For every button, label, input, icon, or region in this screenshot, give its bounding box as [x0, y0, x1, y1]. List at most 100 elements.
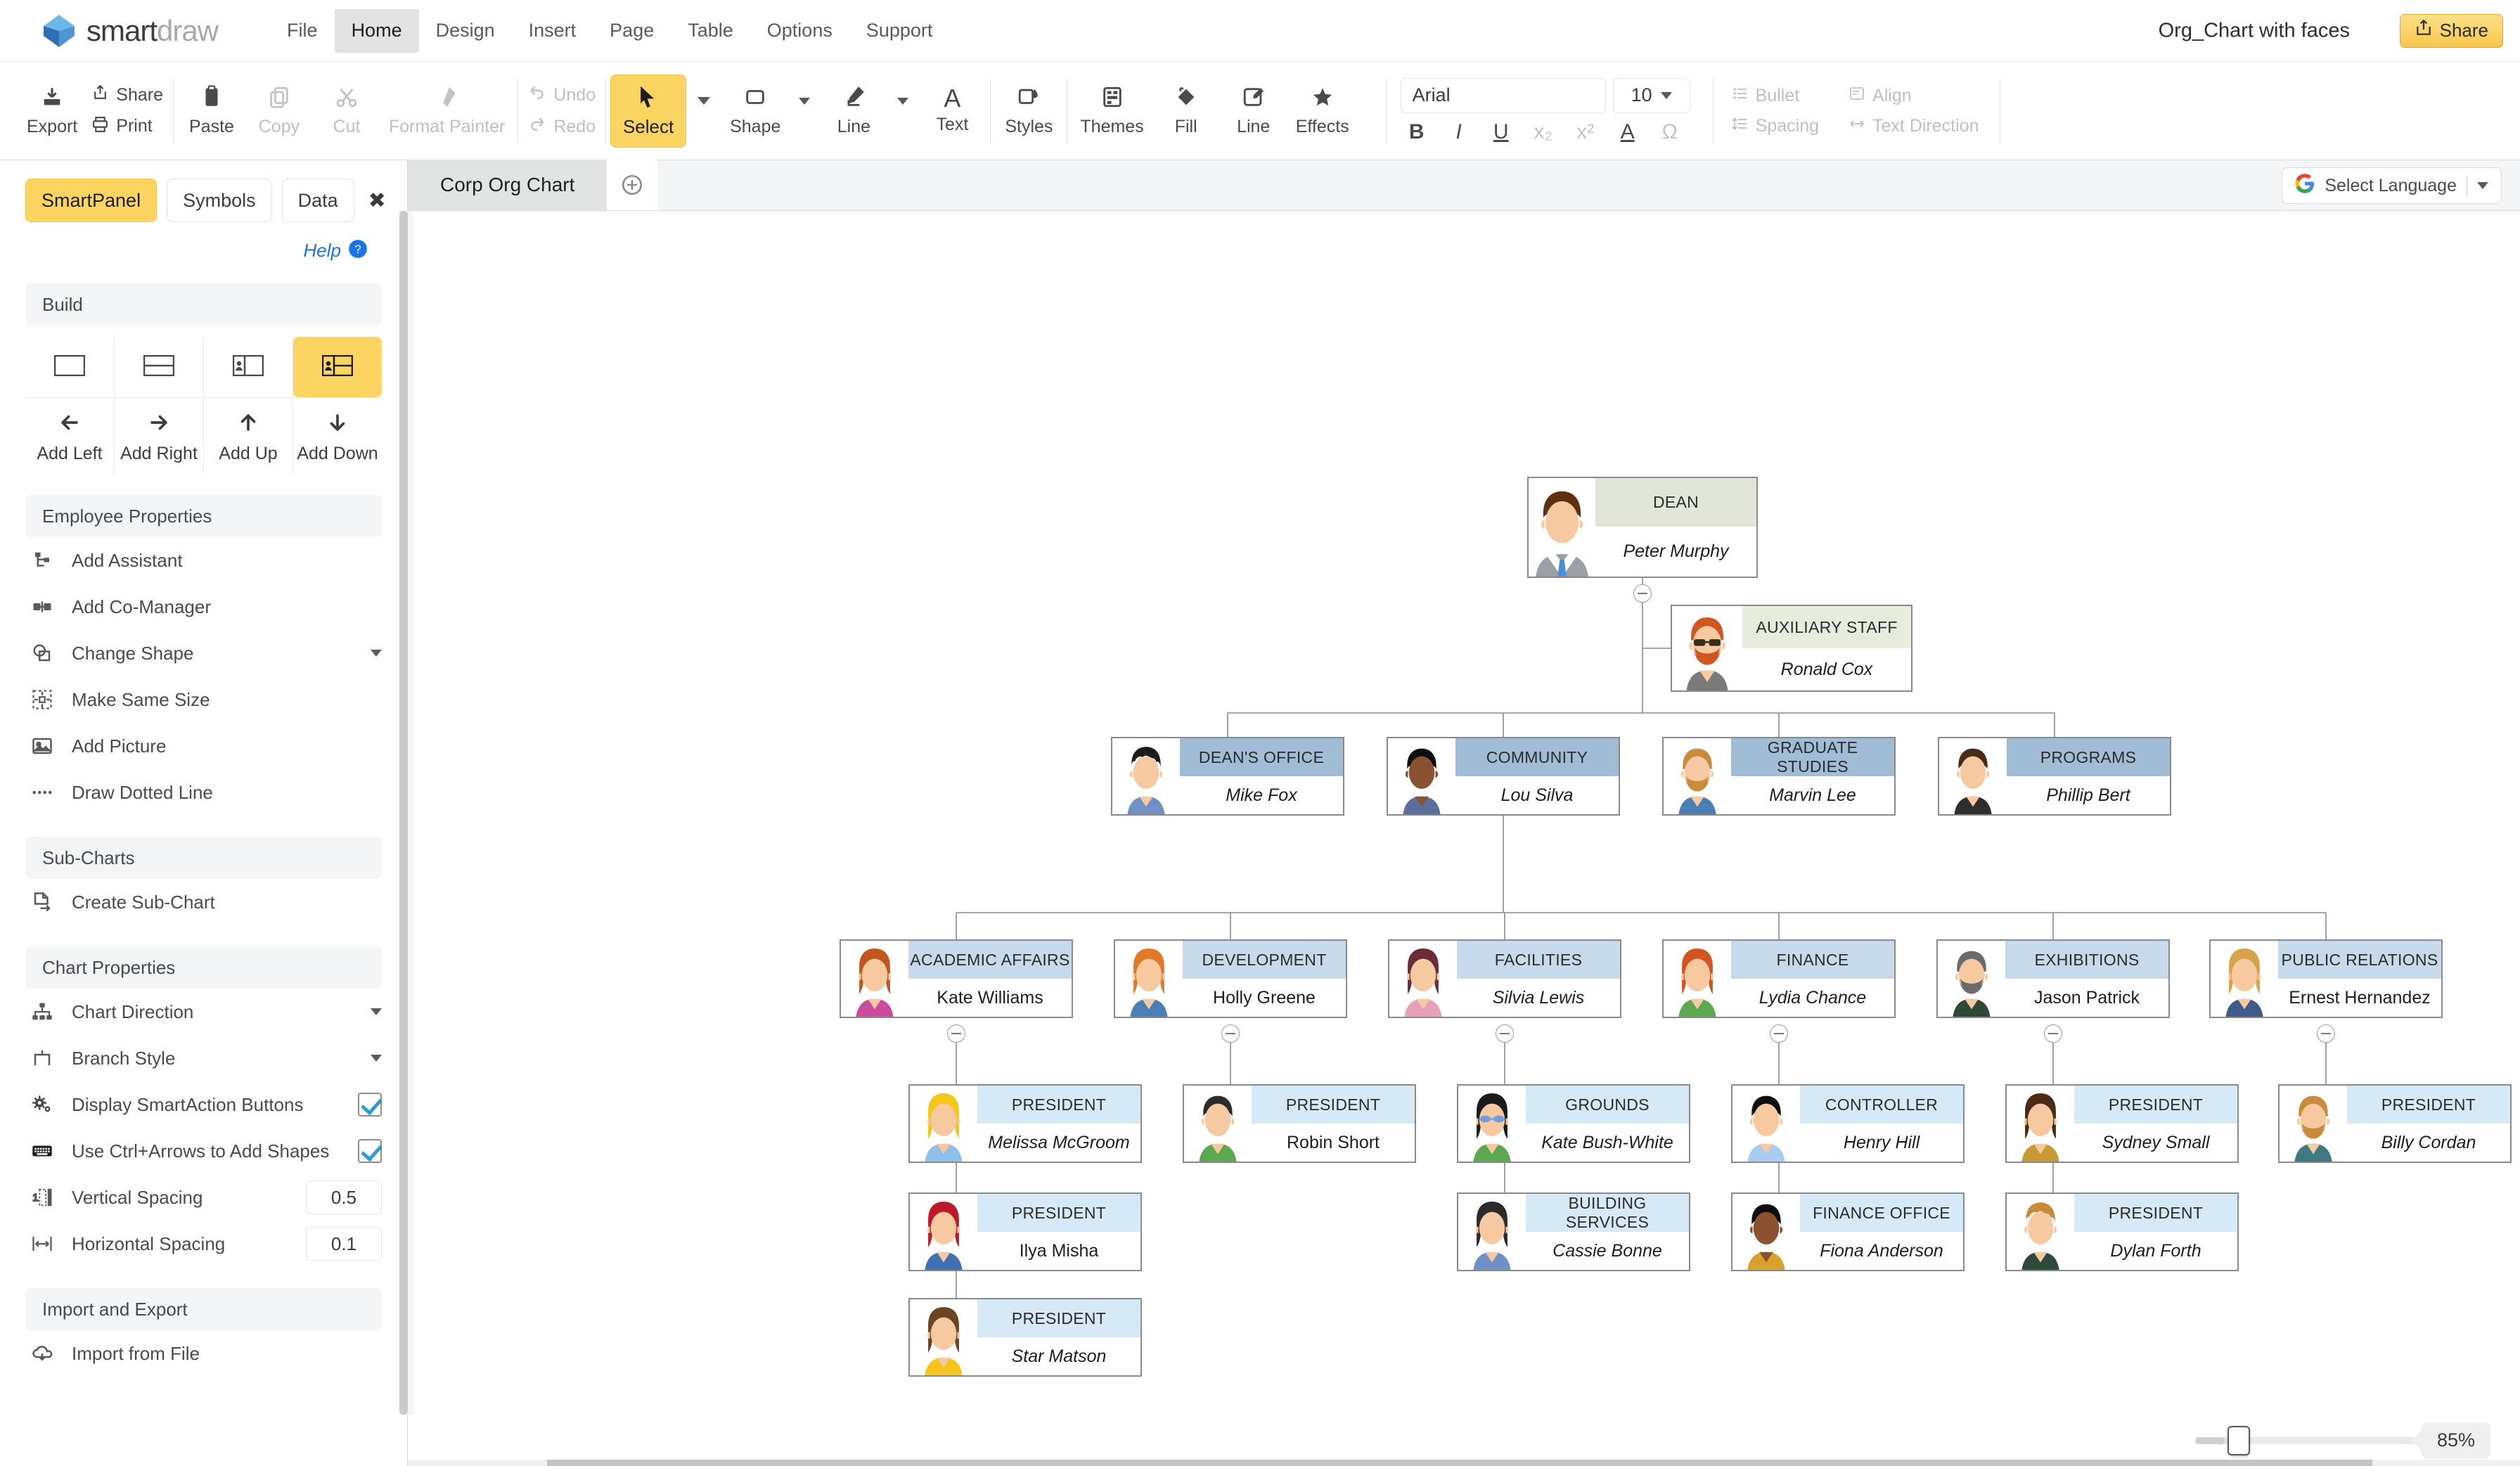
- org-node-development[interactable]: DEVELOPMENT Holly Greene: [1114, 939, 1347, 1018]
- text-tool-button[interactable]: A Text: [918, 82, 986, 139]
- build-shape-plain[interactable]: [25, 337, 115, 397]
- print-button[interactable]: Print: [91, 115, 163, 138]
- menu-item-design[interactable]: Design: [419, 9, 512, 53]
- collapse-toggle-academic[interactable]: [947, 1024, 965, 1043]
- shape-dropdown[interactable]: [789, 97, 820, 117]
- superscript-button[interactable]: x²: [1574, 120, 1598, 144]
- chart-display-smartaction-buttons[interactable]: Display SmartAction Buttons: [25, 1081, 382, 1128]
- employee-add-picture[interactable]: Add Picture: [25, 723, 382, 769]
- employee-add-co-manager[interactable]: Add Co-Manager: [25, 584, 382, 630]
- chevron-down-icon[interactable]: [371, 1008, 382, 1015]
- panel-tab-symbols[interactable]: Symbols: [167, 179, 272, 222]
- build-add-down-button[interactable]: Add Down: [293, 398, 382, 474]
- collapse-toggle-facilities[interactable]: [1496, 1024, 1514, 1043]
- paste-button[interactable]: Paste: [178, 81, 245, 141]
- chevron-down-icon[interactable]: [371, 650, 382, 657]
- org-node-p6[interactable]: BUILDING SERVICES Cassie Bonne: [1457, 1192, 1690, 1271]
- app-logo[interactable]: smartdraw: [44, 14, 219, 48]
- org-node-deans-office[interactable]: DEAN'S OFFICE Mike Fox: [1111, 737, 1344, 816]
- build-shape-photo-left[interactable]: [204, 337, 293, 397]
- themes-button[interactable]: Themes: [1072, 81, 1152, 141]
- chart-chart-direction[interactable]: Chart Direction: [25, 989, 382, 1035]
- collapse-toggle-public-rel[interactable]: [2317, 1024, 2335, 1043]
- copy-button[interactable]: Copy: [245, 81, 313, 141]
- font-color-button[interactable]: A: [1616, 120, 1640, 144]
- collapse-toggle-exhibitions[interactable]: [2044, 1024, 2062, 1043]
- org-node-p9[interactable]: PRESIDENT Sydney Small: [2005, 1084, 2239, 1163]
- close-icon[interactable]: ✖: [368, 188, 386, 213]
- panel-tab-smartpanel[interactable]: SmartPanel: [25, 179, 158, 222]
- chart-horizontal-spacing[interactable]: Horizontal Spacing 0.1: [25, 1221, 382, 1267]
- chart-use-ctrl-arrows-to-add-shapes[interactable]: Use Ctrl+Arrows to Add Shapes: [25, 1128, 382, 1174]
- fill-button[interactable]: Fill: [1152, 81, 1220, 141]
- vertical-scrollbar[interactable]: [399, 211, 408, 1415]
- build-add-right-button[interactable]: Add Right: [115, 398, 204, 474]
- cut-button[interactable]: Cut: [313, 81, 380, 141]
- menu-item-file[interactable]: File: [270, 9, 335, 53]
- share-button[interactable]: Share: [2399, 13, 2503, 48]
- bullet-button[interactable]: Bullet: [1732, 85, 1819, 107]
- org-node-community[interactable]: COMMUNITY Lou Silva: [1387, 737, 1620, 816]
- menu-item-page[interactable]: Page: [593, 9, 671, 53]
- employee-add-assistant[interactable]: Add Assistant: [25, 537, 382, 584]
- employee-change-shape[interactable]: Change Shape: [25, 630, 382, 676]
- undo-button[interactable]: Undo: [528, 84, 596, 107]
- org-node-aux[interactable]: AUXILIARY STAFF Ronald Cox: [1671, 605, 1912, 692]
- shape-button[interactable]: Shape: [721, 81, 789, 141]
- vertical-spacing-input[interactable]: 0.5: [306, 1181, 382, 1214]
- employee-draw-dotted-line[interactable]: Draw Dotted Line: [25, 769, 382, 816]
- org-node-dean[interactable]: DEAN Peter Murphy: [1527, 477, 1758, 578]
- menu-item-support[interactable]: Support: [849, 9, 950, 53]
- chart-vertical-spacing[interactable]: 1 Vertical Spacing 0.5: [25, 1174, 382, 1221]
- org-node-exhibitions[interactable]: EXHIBITIONS Jason Patrick: [1936, 939, 2170, 1018]
- redo-button[interactable]: Redo: [528, 115, 596, 139]
- styles-button[interactable]: Styles: [995, 81, 1062, 141]
- italic-button[interactable]: I: [1447, 120, 1471, 144]
- menu-item-options[interactable]: Options: [750, 9, 849, 53]
- export-button[interactable]: Export: [18, 81, 86, 141]
- org-node-p10[interactable]: PRESIDENT Dylan Forth: [2005, 1192, 2239, 1271]
- chevron-down-icon[interactable]: [371, 1055, 382, 1062]
- org-node-p4[interactable]: PRESIDENT Robin Short: [1183, 1084, 1416, 1163]
- collapse-toggle-development[interactable]: [1221, 1024, 1240, 1043]
- horizontal-scrollbar[interactable]: [408, 1460, 2520, 1466]
- collapse-toggle-dean[interactable]: [1633, 584, 1652, 603]
- build-add-left-button[interactable]: Add Left: [25, 398, 115, 474]
- panel-tab-data[interactable]: Data: [281, 179, 354, 222]
- build-shape-two-row[interactable]: [115, 337, 204, 397]
- menu-item-table[interactable]: Table: [671, 9, 750, 53]
- subscript-button[interactable]: x₂: [1531, 120, 1555, 144]
- spacing-button[interactable]: Spacing: [1731, 115, 1819, 137]
- vertical-scrollbar-thumb[interactable]: [399, 211, 408, 1415]
- checkbox[interactable]: [358, 1139, 382, 1163]
- org-node-p7[interactable]: CONTROLLER Henry Hill: [1731, 1084, 1965, 1163]
- line-style-button[interactable]: Line: [1220, 81, 1287, 141]
- help-row[interactable]: Help ?: [0, 222, 407, 262]
- org-node-p3[interactable]: PRESIDENT Star Matson: [908, 1298, 1142, 1377]
- diagram-canvas[interactable]: DEAN Peter Murphy AUXILIARY STAFF Ronald Co…: [408, 211, 2520, 1415]
- line-tool-button[interactable]: Line: [820, 81, 887, 141]
- horizontal-scrollbar-thumb[interactable]: [547, 1460, 2372, 1466]
- tab-corp-org-chart[interactable]: Corp Org Chart: [408, 160, 608, 210]
- ribbon-share-button[interactable]: Share: [91, 84, 163, 107]
- bold-button[interactable]: B: [1405, 120, 1429, 144]
- add-tab-button[interactable]: [607, 160, 658, 210]
- collapse-toggle-finance[interactable]: [1770, 1024, 1788, 1043]
- org-node-p2[interactable]: PRESIDENT Ilya Misha: [908, 1192, 1142, 1271]
- org-node-graduate[interactable]: GRADUATE STUDIES Marvin Lee: [1662, 737, 1896, 816]
- org-node-finance[interactable]: FINANCE Lydia Chance: [1662, 939, 1896, 1018]
- menu-item-home[interactable]: Home: [334, 8, 419, 53]
- symbol-button[interactable]: Ω: [1658, 120, 1682, 144]
- zoom-slider-knob[interactable]: [2227, 1425, 2250, 1455]
- build-shape-photo-two-row[interactable]: [293, 337, 382, 397]
- checkbox[interactable]: [358, 1093, 382, 1117]
- org-node-facilities[interactable]: FACILITIES Silvia Lewis: [1388, 939, 1621, 1018]
- employee-make-same-size[interactable]: Make Same Size: [25, 676, 382, 723]
- format-painter-button[interactable]: Format Painter: [380, 81, 513, 141]
- build-add-up-button[interactable]: Add Up: [204, 398, 293, 474]
- align-button[interactable]: Align: [1849, 85, 1979, 107]
- horizontal-spacing-input[interactable]: 0.1: [306, 1227, 382, 1261]
- effects-button[interactable]: Effects: [1287, 81, 1358, 141]
- text-direction-button[interactable]: Text Direction: [1849, 115, 1979, 137]
- line-dropdown[interactable]: [887, 97, 918, 117]
